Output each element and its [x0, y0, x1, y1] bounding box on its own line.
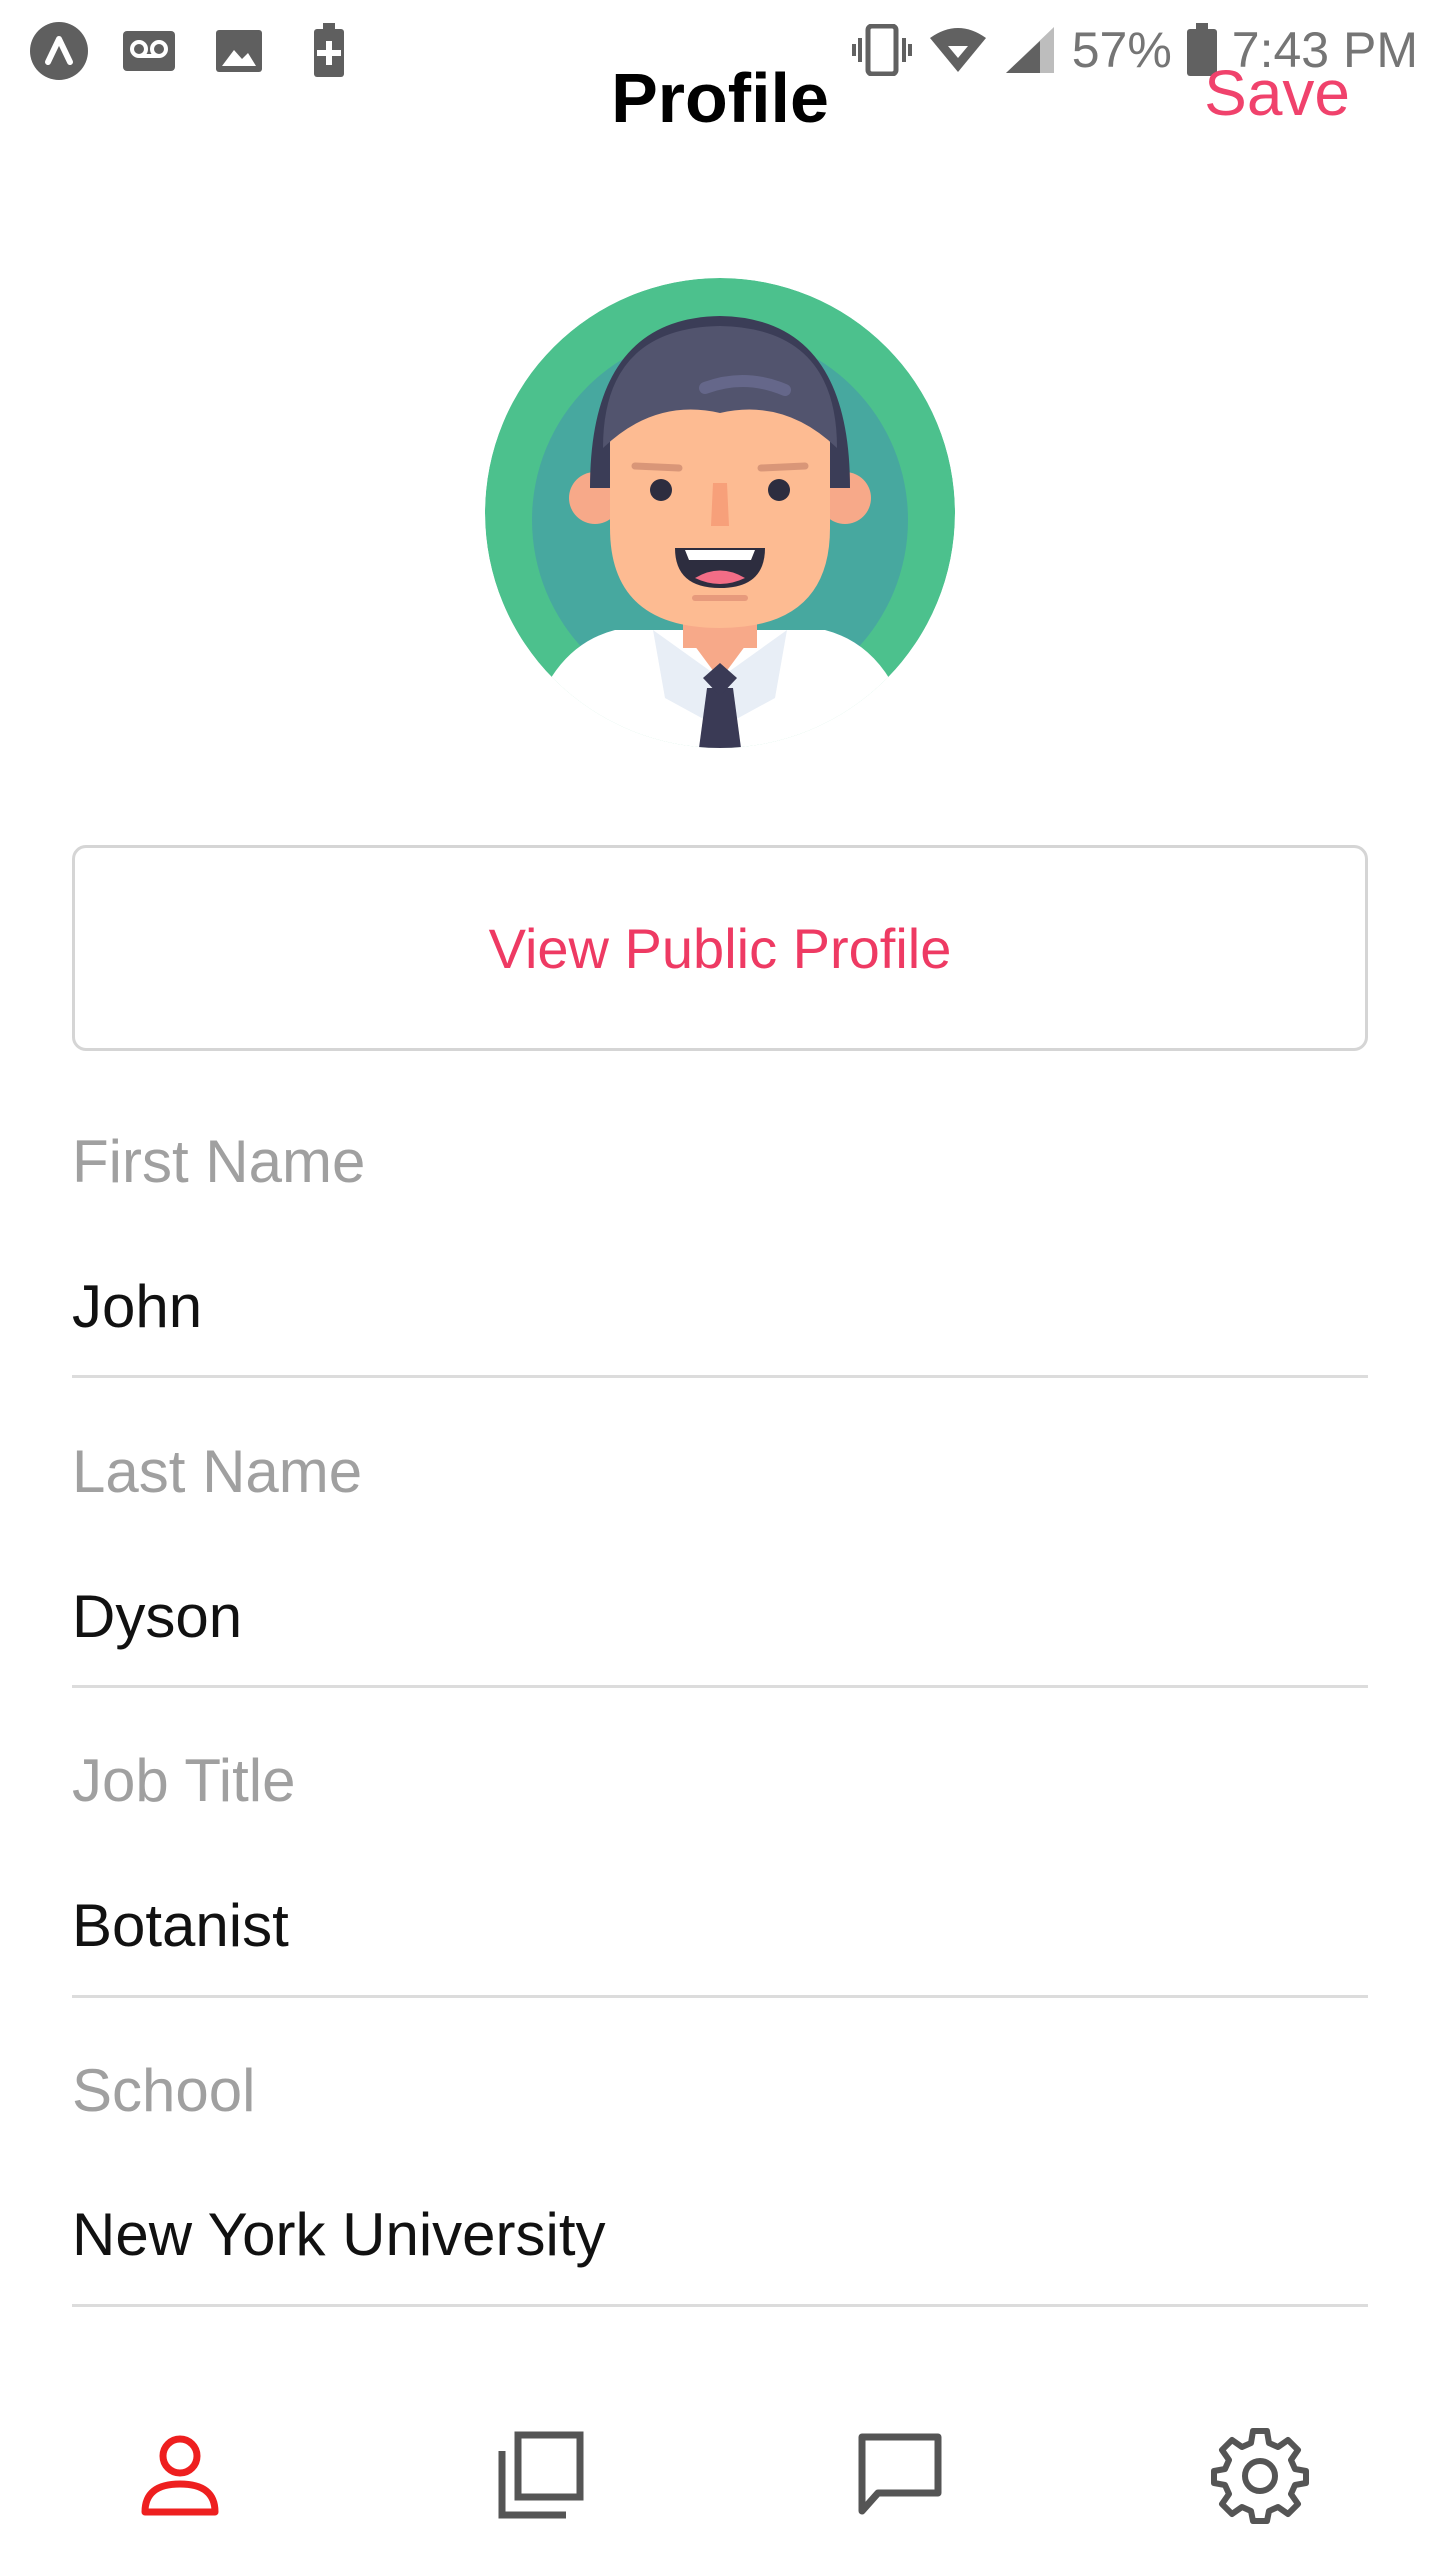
first-name-divider [72, 1375, 1368, 1378]
school-divider [72, 2304, 1368, 2307]
nav-item-profile[interactable] [80, 2390, 280, 2560]
job-title-label: Job Title [72, 1747, 296, 1814]
job-title-divider [72, 1995, 1368, 1998]
last-name-label: Last Name [72, 1438, 363, 1505]
nav-item-collection[interactable] [440, 2390, 640, 2560]
first-name-field[interactable]: John [72, 1272, 202, 1341]
first-name-label: First Name [72, 1128, 366, 1195]
job-title-field[interactable]: Botanist [72, 1891, 289, 1960]
last-name-field[interactable]: Dyson [72, 1582, 242, 1651]
chat-icon [858, 2433, 942, 2515]
school-field[interactable]: New York University [72, 2200, 606, 2269]
save-button[interactable]: Save [1204, 56, 1350, 130]
last-name-divider [72, 1685, 1368, 1688]
person-icon [141, 2435, 219, 2516]
bottom-navigation [0, 2390, 1440, 2560]
nav-item-settings[interactable] [1160, 2390, 1360, 2560]
avatar[interactable] [485, 278, 955, 748]
school-label: School [72, 2057, 256, 2124]
copy-icon [498, 2431, 584, 2519]
settings-gear-icon [1211, 2428, 1309, 2524]
nav-item-messages[interactable] [800, 2390, 1000, 2560]
view-public-profile-button[interactable]: View Public Profile [72, 845, 1368, 1051]
